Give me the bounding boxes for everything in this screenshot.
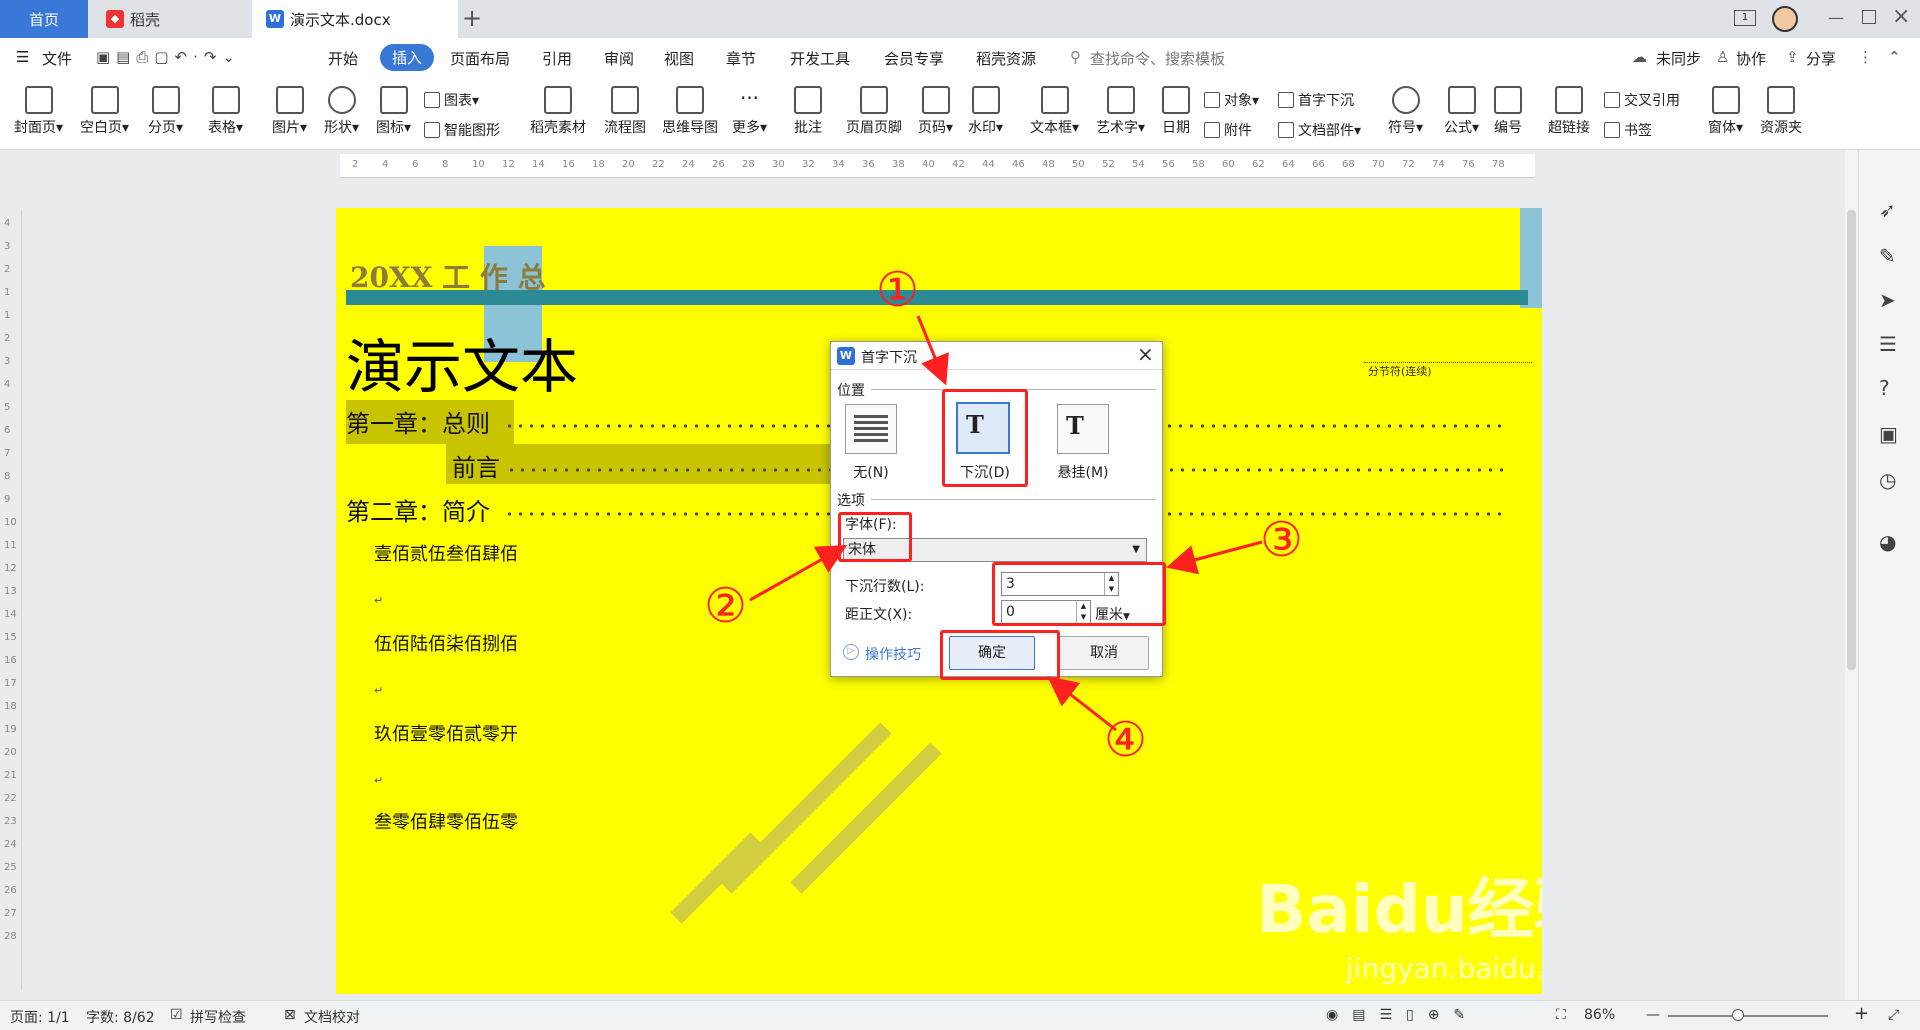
cursor-icon[interactable]: ➤: [1879, 288, 1896, 312]
pen-icon[interactable]: ✎: [1879, 244, 1896, 268]
rocket-icon[interactable]: ➶: [1879, 198, 1896, 222]
history-icon[interactable]: ◷: [1879, 468, 1896, 492]
annotation-arrows: [749, 315, 1263, 732]
zoom-level[interactable]: 86%: [1584, 1007, 1615, 1023]
spell-check-icon[interactable]: ☑: [170, 1007, 183, 1023]
palette-icon[interactable]: ◕: [1879, 530, 1896, 554]
image-tool-icon[interactable]: ▣: [1879, 422, 1898, 446]
page-count[interactable]: 页面: 1/1: [10, 1007, 70, 1027]
expand-icon[interactable]: ⤢: [1888, 1007, 1899, 1023]
zoom-out-icon[interactable]: —: [1646, 1007, 1660, 1023]
sliders-icon[interactable]: ☰: [1879, 332, 1897, 356]
word-count[interactable]: 字数: 8/62: [86, 1007, 155, 1027]
right-toolbar: ➶ ✎ ➤ ☰ ? ▣ ◷ ◕: [1858, 150, 1920, 1000]
spell-check-button[interactable]: 拼写检查: [190, 1007, 246, 1027]
view-mode-icons[interactable]: ◉▤☰▯⊕✎: [1326, 1007, 1479, 1023]
fit-page-icon[interactable]: ⛶: [1556, 1007, 1566, 1023]
zoom-in-icon[interactable]: +: [1854, 1003, 1869, 1024]
proofread-icon[interactable]: ⊠: [284, 1007, 296, 1023]
vertical-scrollbar[interactable]: [1845, 150, 1858, 1000]
status-bar: 页面: 1/1 字数: 8/62 ☑ 拼写检查 ⊠ 文档校对 ◉▤☰▯⊕✎ ⛶ …: [0, 1000, 1920, 1030]
help-icon[interactable]: ?: [1879, 376, 1890, 400]
zoom-slider-thumb[interactable]: [1732, 1009, 1744, 1021]
zoom-slider[interactable]: [1668, 1015, 1828, 1017]
scroll-thumb[interactable]: [1847, 210, 1856, 670]
proofread-button[interactable]: 文档校对: [304, 1007, 360, 1027]
